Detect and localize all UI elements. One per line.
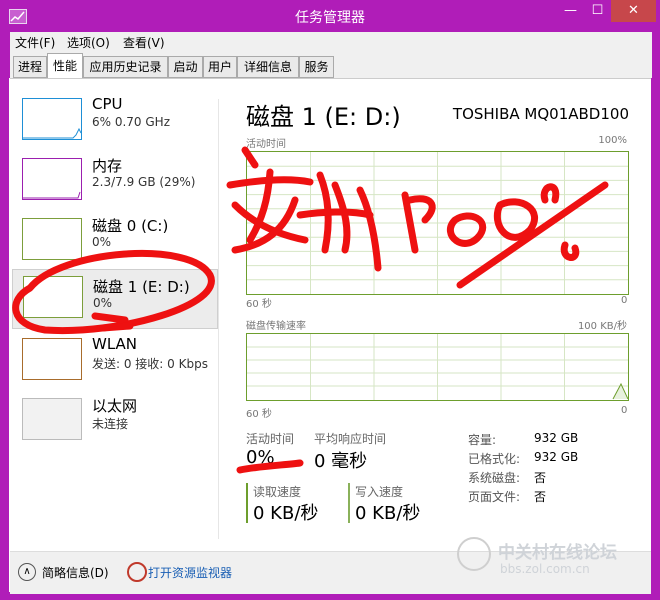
sidebar-item-wlan[interactable]: WLAN 发送: 0 接收: 0 Kbps — [12, 333, 216, 393]
page-title: 磁盘 1 (E: D:) — [246, 103, 401, 131]
graph1-right: 0 — [621, 295, 628, 306]
write-indicator — [348, 483, 350, 523]
sidebar-item-label: 以太网 — [92, 397, 138, 415]
disk1-thumbnail — [23, 276, 83, 318]
sidebar-item-label: 磁盘 0 (C:) — [92, 217, 169, 235]
menu-file[interactable]: 文件(F) — [15, 34, 55, 51]
page-file-value: 否 — [534, 490, 547, 504]
active-time-label: 活动时间 — [246, 432, 295, 446]
sidebar-item-cpu[interactable]: CPU 6% 0.70 GHz — [12, 93, 216, 153]
sidebar-item-label: 磁盘 1 (E: D:) — [93, 278, 190, 296]
tab-performance[interactable]: 性能 — [47, 53, 83, 78]
disk-model: TOSHIBA MQ01ABD100 — [452, 105, 629, 123]
tab-startup[interactable]: 启动 — [168, 56, 203, 78]
minimize-button[interactable]: — — [557, 0, 584, 22]
tab-users[interactable]: 用户 — [203, 56, 237, 78]
write-speed-value: 0 KB/秒 — [355, 503, 421, 524]
formatted-label: 已格式化: — [468, 452, 521, 466]
sidebar-item-sub: 2.3/7.9 GB (29%) — [92, 175, 196, 189]
sidebar-divider — [218, 99, 219, 539]
performance-panel: CPU 6% 0.70 GHz 内存 2.3/7.9 GB (29%) 磁盘 0… — [10, 78, 651, 594]
read-speed-label: 读取速度 — [253, 485, 302, 499]
zol-logo-icon — [457, 537, 491, 571]
sidebar-item-ethernet[interactable]: 以太网 未连接 — [12, 393, 216, 453]
tab-details[interactable]: 详细信息 — [237, 56, 299, 78]
formatted-value: 932 GB — [534, 450, 579, 464]
resource-monitor-icon — [127, 562, 147, 582]
graph2-label: 磁盘传输速率 — [246, 321, 306, 332]
watermark-url: bbs.zol.com.cn — [500, 562, 590, 576]
graph1-max: 100% — [598, 135, 627, 146]
graph1-left: 60 秒 — [246, 299, 272, 310]
menu-view[interactable]: 查看(V) — [123, 34, 165, 51]
sidebar-item-memory[interactable]: 内存 2.3/7.9 GB (29%) — [12, 153, 216, 213]
tab-services[interactable]: 服务 — [299, 56, 334, 78]
graph2-right: 0 — [621, 405, 628, 416]
sidebar-item-label: CPU — [92, 95, 123, 113]
close-button[interactable]: ✕ — [611, 0, 656, 22]
watermark-text: 中关村在线论坛 — [498, 543, 617, 563]
menu-bar: 文件(F) 选项(O) 查看(V) — [9, 32, 653, 52]
window-border-right — [651, 32, 660, 600]
fewer-details-button[interactable]: 简略信息(D) — [42, 564, 109, 581]
sidebar-item-disk0[interactable]: 磁盘 0 (C:) 0% — [12, 213, 216, 273]
graph2-max: 100 KB/秒 — [577, 321, 627, 332]
response-time-value: 0 毫秒 — [314, 451, 368, 472]
wlan-thumbnail — [22, 338, 82, 380]
tab-app-history[interactable]: 应用历史记录 — [83, 56, 168, 78]
capacity-label: 容量: — [468, 433, 497, 447]
read-indicator — [246, 483, 248, 523]
sidebar-item-sub: 发送: 0 接收: 0 Kbps — [92, 357, 208, 371]
window-border-left — [0, 32, 9, 600]
sidebar-item-label: 内存 — [92, 157, 123, 175]
disk0-thumbnail — [22, 218, 82, 260]
transfer-graph — [246, 333, 629, 401]
open-resource-monitor-link[interactable]: 打开资源监视器 — [148, 564, 232, 581]
sidebar-item-disk1[interactable]: 磁盘 1 (E: D:) 0% — [12, 269, 218, 329]
ethernet-thumbnail — [22, 398, 82, 440]
maximize-button[interactable]: ☐ — [584, 0, 611, 22]
chevron-up-icon[interactable]: ∧ — [18, 563, 36, 581]
system-disk-value: 否 — [534, 471, 547, 485]
memory-thumbnail — [22, 158, 82, 200]
page-file-label: 页面文件: — [468, 490, 521, 504]
cpu-thumbnail — [22, 98, 82, 140]
sidebar-item-sub: 6% 0.70 GHz — [92, 115, 171, 129]
transfer-grid — [247, 334, 629, 400]
graph2-left: 60 秒 — [246, 409, 272, 420]
system-disk-label: 系统磁盘: — [468, 471, 521, 485]
tab-processes[interactable]: 进程 — [13, 56, 47, 78]
activity-grid — [247, 152, 628, 294]
activity-graph — [246, 151, 629, 295]
menu-options[interactable]: 选项(O) — [67, 34, 110, 51]
active-time-value: 0% — [246, 447, 275, 468]
tab-bar: 进程 性能 应用历史记录 启动 用户 详细信息 服务 — [9, 52, 653, 78]
sidebar-item-sub: 0% — [92, 235, 112, 249]
write-speed-label: 写入速度 — [355, 485, 404, 499]
sidebar-item-sub: 未连接 — [92, 417, 129, 431]
response-time-label: 平均响应时间 — [314, 432, 387, 446]
read-speed-value: 0 KB/秒 — [253, 503, 319, 524]
capacity-value: 932 GB — [534, 431, 579, 445]
sidebar-item-sub: 0% — [93, 296, 113, 310]
sidebar-item-label: WLAN — [92, 335, 138, 353]
graph1-label: 活动时间 — [246, 139, 286, 150]
